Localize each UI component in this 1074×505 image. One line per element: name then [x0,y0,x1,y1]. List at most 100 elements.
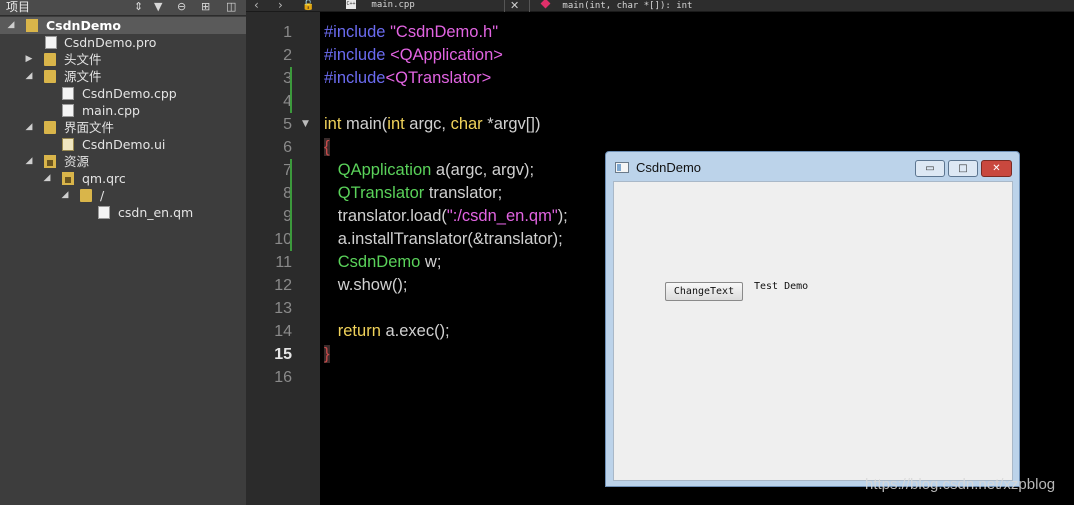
line-number: 15 [274,346,292,363]
code-token: return [337,322,381,340]
editor-toolbar: ‹ › 🔓 C++ main.cpp ✕ main(int, char *[])… [246,0,1074,12]
window-titlebar[interactable]: CsdnDemo ▭ □ ✕ [606,152,1019,179]
tree-item-qm-qrc[interactable]: ◢ qm.qrc [0,170,246,187]
forward-arrow-icon[interactable]: › [278,0,283,12]
tree-item-csdndemo-ui[interactable]: CsdnDemo.ui [0,136,246,153]
link-editor-icon[interactable]: ⊖ [177,0,186,14]
code-token: w; [420,253,442,271]
code-line: CsdnDemo w; [324,251,442,274]
code-token: ":/csdn_en.qm" [446,207,558,225]
tree-item-csdndemo[interactable]: ◢ CsdnDemo [0,17,246,34]
line-number: 7 [283,162,292,179]
minimize-button[interactable]: ▭ [915,160,945,177]
code-token: "CsdnDemo.h" [390,23,499,41]
code-token: main( [341,115,388,133]
tree-item-main-cpp[interactable]: main.cpp [0,102,246,119]
code-line: QApplication a(argc, argv); [324,159,534,182]
filter-icon[interactable]: ▼ [154,0,162,14]
project-panel-title: 项目 [6,0,31,14]
code-token: w.show(); [324,276,408,294]
file-tab[interactable]: C++ main.cpp [346,0,415,11]
line-number: 16 [274,369,292,386]
line-number: 12 [274,277,292,294]
split-icon[interactable]: ⊞ [201,0,210,14]
collapse-arrow-icon[interactable]: ◢ [42,170,52,187]
tree-item-label: / [100,188,105,203]
code-token: char [450,115,483,133]
file-tab-label: main.cpp [371,0,415,10]
tree-item-sources[interactable]: ◢ 源文件 [0,68,246,85]
maximize-button[interactable]: □ [948,160,978,177]
code-token: { [324,138,330,156]
close-pane-icon[interactable]: ◫ [226,0,236,14]
close-window-button[interactable]: ✕ [981,160,1012,177]
line-number: 10 [274,231,292,248]
tree-item-csdn-en-qm[interactable]: csdn_en.qm [0,204,246,221]
collapse-arrow-icon[interactable]: ◢ [60,187,70,204]
tree-item-forms[interactable]: ◢ 界面文件 [0,119,246,136]
tree-item-csdndemo-cpp[interactable]: CsdnDemo.cpp [0,85,246,102]
expand-arrow-icon[interactable]: ▶ [24,51,34,68]
code-token: translator.load( [324,207,447,225]
tree-item-label: CsdnDemo.pro [64,35,157,50]
code-line: translator.load(":/csdn_en.qm"); [324,205,568,228]
lock-icon[interactable]: 🔓 [302,0,314,11]
code-token: a(argc, argv); [431,161,535,179]
divider [504,0,505,12]
code-token: <QApplication> [390,46,503,64]
line-number: 6 [283,139,292,156]
code-line: QTranslator translator; [324,182,502,205]
code-token: ); [557,207,568,225]
line-number: 11 [275,254,292,271]
modified-line-marker [290,67,292,113]
tree-item-label: 源文件 [64,69,102,84]
tree-item-resources[interactable]: ◢ 资源 [0,153,246,170]
code-token: int [324,115,342,133]
code-line: a.installTranslator(&translator); [324,228,563,251]
cpp-file-icon [62,87,74,100]
fold-arrow-icon[interactable]: ▼ [302,119,309,129]
code-token: argc, [404,115,451,133]
code-token: int [387,115,405,133]
tree-item-headers[interactable]: ▶ 头文件 [0,51,246,68]
folder-icon [80,189,92,202]
line-number: 1 [283,24,292,41]
collapse-arrow-icon[interactable]: ◢ [6,17,16,34]
qrc-file-icon [62,172,74,185]
back-arrow-icon[interactable]: ‹ [254,0,259,12]
header-folder-icon [44,53,56,66]
line-number: 5 [283,116,292,133]
tree-item-label: 界面文件 [64,120,115,135]
tree-item-root-prefix[interactable]: ◢ / [0,187,246,204]
tree-item-label: CsdnDemo [46,18,121,33]
tree-item-label: 头文件 [64,52,102,67]
tree-item-label: main.cpp [82,103,140,118]
function-icon [540,0,551,9]
symbol-selector[interactable]: main(int, char *[]): int [540,0,692,12]
code-line: #include "CsdnDemo.h" [324,21,498,44]
change-text-button[interactable]: ChangeText [665,282,743,301]
line-number: 9 [283,208,292,225]
collapse-arrow-icon[interactable]: ◢ [24,119,34,136]
code-token: #include [324,46,391,64]
project-panel-header: 项目 ⇕ ▼ ⊖ ⊞ ◫ [0,0,246,16]
divider [529,0,530,12]
project-panel: 项目 ⇕ ▼ ⊖ ⊞ ◫ ◢ CsdnDemo CsdnDemo.pro ▶ 头… [0,0,246,505]
window-title: CsdnDemo [636,160,702,175]
line-number: 4 [283,93,292,110]
code-line: { [324,136,330,159]
source-folder-icon [44,70,56,83]
code-token: QTranslator [337,184,425,202]
view-selector-arrows-icon[interactable]: ⇕ [134,0,143,14]
code-line: } [324,343,330,366]
collapse-arrow-icon[interactable]: ◢ [24,68,34,85]
code-token: CsdnDemo [337,253,421,271]
tree-item-label: CsdnDemo.cpp [82,86,177,101]
line-number: 14 [274,323,292,340]
code-line: w.show(); [324,274,408,297]
tree-item-csdndemo-pro[interactable]: CsdnDemo.pro [0,34,246,51]
close-file-icon[interactable]: ✕ [510,0,519,12]
collapse-arrow-icon[interactable]: ◢ [24,153,34,170]
